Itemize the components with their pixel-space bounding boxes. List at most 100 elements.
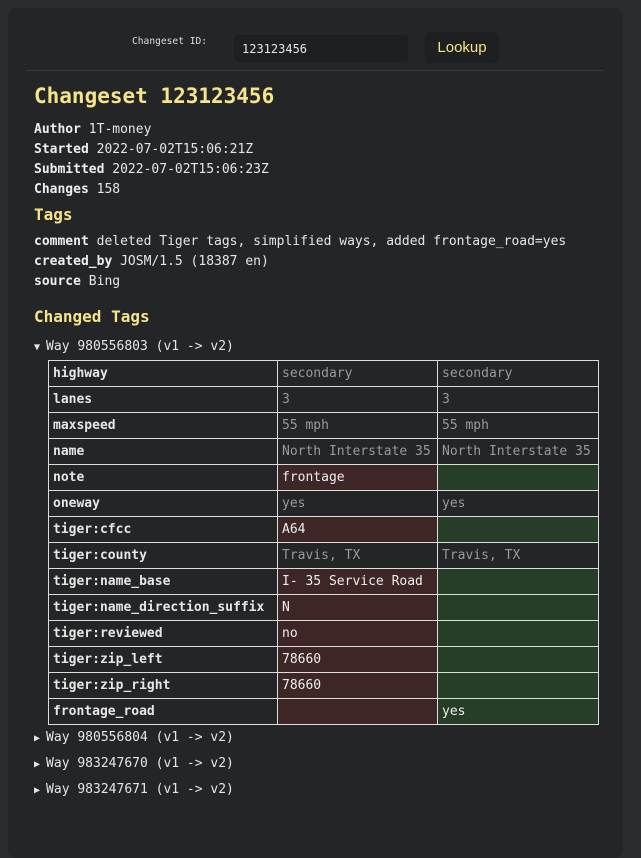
cell-new (437, 516, 599, 543)
kv-key: Changes (34, 182, 89, 197)
kv-line: Submitted 2022-07-02T15:06:23Z (34, 160, 604, 180)
kv-value: Bing (88, 274, 121, 289)
cell-new: 55 mph (437, 412, 599, 439)
lookup-form: Changeset ID: Lookup (8, 27, 623, 63)
cell-k: tiger:zip_left (48, 646, 278, 673)
cell-k: note (48, 464, 278, 491)
way-toggle[interactable]: ▶ Way 983247671 (v1 -> v2) (34, 777, 604, 803)
table-row: tiger:reviewed no (48, 620, 599, 647)
kv-key: Submitted (34, 162, 105, 177)
cell-old: 78660 (277, 646, 438, 673)
triangle-right-icon: ▶ (34, 759, 47, 770)
cell-k: tiger:name_direction_suffix (48, 594, 278, 621)
tag-diff-table: highway secondary secondary lanes 3 3 maxspeed… (48, 360, 599, 725)
triangle-right-icon: ▶ (34, 785, 47, 796)
cell-k: name (48, 438, 278, 465)
way-label: Way 980556803 (v1 -> v2) (46, 339, 234, 354)
changeset-id-label: Changeset ID: (132, 36, 208, 47)
cell-old: frontage (277, 464, 438, 491)
page-title: Changeset 123123456 (34, 84, 275, 108)
cell-old: 55 mph (277, 412, 438, 439)
table-row: tiger:cfcc A64 (48, 516, 599, 543)
cell-old (277, 698, 438, 725)
kv-value: 2022-07-02T15:06:23Z (112, 162, 269, 177)
lookup-button[interactable]: Lookup (425, 32, 499, 63)
changeset-id-input[interactable] (234, 35, 408, 62)
kv-key: source (34, 274, 81, 289)
kv-key: comment (34, 234, 89, 249)
triangle-down-icon: ▼ (34, 342, 47, 353)
table-row: frontage_road yes (48, 698, 599, 725)
tags-list: comment deleted Tiger tags, simplified w… (34, 232, 604, 292)
kv-key: created_by (34, 254, 113, 269)
table-row: note frontage (48, 464, 599, 491)
changeset-meta: Author 1T-money Started 2022-07-02T15:06:… (34, 120, 604, 200)
kv-key: Author (34, 122, 81, 137)
cell-k: maxspeed (48, 412, 278, 439)
kv-value: 158 (96, 182, 121, 197)
way-label: Way 983247671 (v1 -> v2) (46, 782, 234, 797)
table-row: tiger:name_direction_suffix N (48, 594, 599, 621)
cell-old: N (277, 594, 438, 621)
table-row: lanes 3 3 (48, 386, 599, 413)
cell-old: A64 (277, 516, 438, 543)
cell-new: yes (437, 698, 599, 725)
kv-line: source Bing (34, 272, 604, 292)
cell-new: secondary (437, 360, 599, 387)
cell-k: tiger:name_base (48, 568, 278, 595)
cell-old: yes (277, 490, 438, 517)
kv-line: Changes 158 (34, 180, 604, 200)
kv-key: Started (34, 142, 89, 157)
cell-new: North Interstate 35 (437, 438, 599, 465)
cell-k: highway (48, 360, 278, 387)
table-row: oneway yes yes (48, 490, 599, 517)
cell-new (437, 568, 599, 595)
cell-k: tiger:zip_right (48, 672, 278, 699)
changed-tags-heading: Changed Tags (34, 307, 150, 326)
cell-old: North Interstate 35 (277, 438, 438, 465)
cell-new (437, 646, 599, 673)
way-toggle[interactable]: ▼ Way 980556803 (v1 -> v2) (34, 334, 604, 360)
kv-value: JOSM/1.5 (18387 en) (120, 254, 269, 269)
table-row: name North Interstate 35 North Interstate … (48, 438, 599, 465)
way-label: Way 983247670 (v1 -> v2) (46, 756, 234, 771)
cell-new (437, 464, 599, 491)
kv-line: comment deleted Tiger tags, simplified w… (34, 232, 604, 252)
cell-old: 78660 (277, 672, 438, 699)
cell-k: frontage_road (48, 698, 278, 725)
cell-new: yes (437, 490, 599, 517)
table-row: tiger:county Travis, TX Travis, TX (48, 542, 599, 569)
cell-k: tiger:reviewed (48, 620, 278, 647)
kv-line: Started 2022-07-02T15:06:21Z (34, 140, 604, 160)
cell-new (437, 620, 599, 647)
cell-new: 3 (437, 386, 599, 413)
table-row: tiger:zip_left 78660 (48, 646, 599, 673)
kv-line: created_by JOSM/1.5 (18387 en) (34, 252, 604, 272)
cell-k: tiger:county (48, 542, 278, 569)
triangle-right-icon: ▶ (34, 733, 47, 744)
cell-k: tiger:cfcc (48, 516, 278, 543)
tags-heading: Tags (34, 205, 73, 224)
kv-value: 2022-07-02T15:06:21Z (96, 142, 254, 157)
way-toggle[interactable]: ▶ Way 983247670 (v1 -> v2) (34, 751, 604, 777)
table-row: tiger:zip_right 78660 (48, 672, 599, 699)
cell-old: I- 35 Service Road (277, 568, 438, 595)
way-toggle[interactable]: ▶ Way 980556804 (v1 -> v2) (34, 725, 604, 751)
cell-k: oneway (48, 490, 278, 517)
kv-value: 1T-money (88, 122, 152, 137)
cell-old: secondary (277, 360, 438, 387)
kv-line: Author 1T-money (34, 120, 604, 140)
cell-old: Travis, TX (277, 542, 438, 569)
ways-list: ▼ Way 980556803 (v1 -> v2) highway seconda… (34, 334, 604, 803)
cell-k: lanes (48, 386, 278, 413)
cell-new (437, 672, 599, 699)
divider (26, 70, 603, 71)
way-label: Way 980556804 (v1 -> v2) (46, 730, 234, 745)
cell-old: 3 (277, 386, 438, 413)
table-row: highway secondary secondary (48, 360, 599, 387)
table-row: maxspeed 55 mph 55 mph (48, 412, 599, 439)
cell-old: no (277, 620, 438, 647)
kv-value: deleted Tiger tags, simplified ways, add… (96, 234, 567, 249)
cell-new: Travis, TX (437, 542, 599, 569)
changeset-panel: Changeset ID: Lookup Changeset 123123456… (8, 8, 623, 858)
